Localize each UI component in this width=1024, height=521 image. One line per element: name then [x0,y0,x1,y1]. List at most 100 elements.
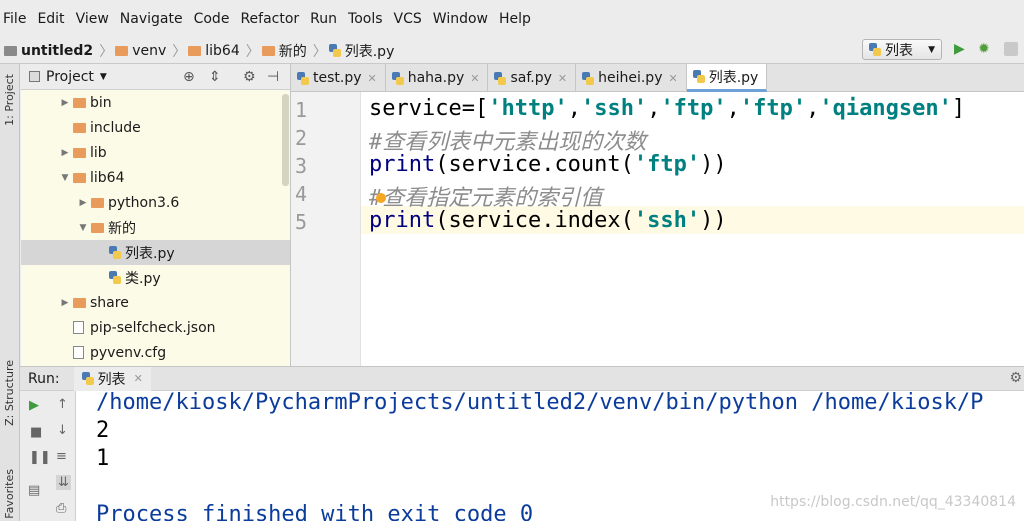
project-panel-title[interactable]: Project [46,69,94,85]
structure-tool-tab[interactable]: Z: Structure [3,360,16,426]
editor-tabs: test.py ✕ haha.py ✕ saf.py ✕ heihei.py ✕ 列表.py [291,64,1024,92]
tree-item[interactable]: pip-selfcheck.json [21,315,290,340]
menu-window[interactable]: Window [432,9,489,29]
menu-tools[interactable]: Tools [347,9,384,29]
tree-item[interactable]: ▶ python3.6 [21,190,290,215]
python-file-icon [869,43,881,56]
run-tab[interactable]: 列表 ✕ [73,366,151,391]
menu-view[interactable]: View [75,9,110,29]
editor-tab[interactable]: heihei.py ✕ [576,64,687,92]
python-file-icon [582,71,595,85]
layout-icon[interactable]: ▤ [28,483,40,498]
file-icon [73,321,84,334]
close-icon[interactable]: ✕ [470,72,479,85]
gear-icon[interactable]: ⚙ [1009,370,1022,386]
menu-code[interactable]: Code [193,9,231,29]
code-string: 'qiangsen' [819,96,952,121]
crosshair-scroll-from-source-icon[interactable]: ⊕ [183,69,195,85]
code-line: print(service.count('ftp')) [369,152,727,177]
project-scrollbar[interactable] [282,94,289,186]
breadcrumb-label: lib64 [205,42,240,59]
editor-tab[interactable]: haha.py ✕ [386,64,489,92]
breadcrumb-item[interactable]: 列表.py [328,41,395,61]
pause-icon[interactable]: ❚❚ [29,450,51,465]
breadcrumb-separator: 〉 [312,43,327,60]
python-file-icon [328,44,341,57]
tree-item-label: bin [90,94,112,111]
intention-bulb-icon[interactable] [376,193,386,203]
chevron-right-icon[interactable]: ▶ [57,298,73,308]
menu-vcs[interactable]: VCS [393,9,423,29]
chevron-right-icon[interactable]: ▶ [57,98,73,108]
breadcrumb-item[interactable]: venv [115,43,166,59]
code-text: , [806,96,820,121]
menu-run[interactable]: Run [309,9,338,29]
breadcrumb-label: 列表.py [344,43,395,60]
line-number: 2 [295,126,308,150]
close-icon[interactable]: ✕ [668,72,677,85]
tree-item-label: pip-selfcheck.json [90,319,216,336]
line-number: 1 [295,98,308,122]
breadcrumb-item[interactable]: untitled2 [4,43,93,59]
run-configuration-select[interactable]: 列表 ▼ [862,39,942,60]
tree-item[interactable]: 列表.py [21,240,290,265]
soft-wrap-icon[interactable]: ≡ [56,449,67,464]
code-editor[interactable]: service=['http','ssh','ftp','ftp','qiang… [361,92,1024,366]
menu-navigate[interactable]: Navigate [119,9,184,29]
chevron-right-icon[interactable]: ▶ [75,198,91,208]
rerun-icon[interactable]: ▶ [29,398,39,413]
stop-icon[interactable] [1004,42,1018,56]
watermark: https://blog.csdn.net/qq_43340814 [770,494,1016,510]
breadcrumb-label: venv [132,42,167,59]
arrow-down-icon[interactable]: ↓ [57,423,68,438]
arrow-up-icon[interactable]: ↑ [57,397,68,412]
menu-edit[interactable]: Edit [36,9,65,29]
folder-icon [91,197,104,208]
code-text: ] [951,96,966,121]
stop-icon[interactable]: ■ [30,425,42,440]
project-tool-tab[interactable]: 1: Project [3,74,16,126]
tree-item[interactable]: ▶ share [21,290,290,315]
tree-item-label: pyvenv.cfg [90,344,167,361]
file-icon [73,346,84,359]
chevron-right-icon[interactable]: ▶ [57,148,73,158]
tree-item[interactable]: include [21,115,290,140]
tree-item[interactable]: 类.py [21,265,290,290]
scroll-to-end-icon[interactable]: ⇊ [56,475,71,490]
collapse-all-icon[interactable]: ⇕ [209,69,221,85]
chevron-down-icon[interactable]: ▼ [100,72,107,82]
tree-item[interactable]: ▶ bin [21,90,290,115]
menu-help[interactable]: Help [498,9,532,29]
breadcrumb-item[interactable]: lib64 [188,42,240,59]
chevron-down-icon[interactable]: ▼ [57,173,73,183]
line-number: 3 [295,154,308,178]
breadcrumb-item[interactable]: 新的 [261,41,307,61]
editor-tab[interactable]: 列表.py [686,64,768,92]
editor-tab[interactable]: saf.py ✕ [488,64,577,92]
run-icon[interactable]: ▶ [954,41,968,57]
tree-item-label: 类.py [125,270,161,287]
hide-panel-icon[interactable]: ⊣ [267,69,279,85]
menu-file[interactable]: File [2,9,27,29]
tree-item[interactable]: pyvenv.cfg [21,340,290,365]
breadcrumb-separator: 〉 [99,43,114,60]
print-icon[interactable]: ⎙ [56,501,66,516]
code-text: , [567,96,581,121]
gear-icon[interactable]: ⚙ [243,69,256,85]
chevron-down-icon[interactable]: ▼ [75,223,91,233]
run-toolbar: ▶ ↑ ■ ↓ ❚❚ ≡ ⇊ ▤ ⎙ [20,391,76,521]
tree-item[interactable]: ▼ lib64 [21,165,290,190]
favorites-tool-tab[interactable]: Favorites [3,469,16,519]
close-icon[interactable]: ✕ [134,372,143,385]
close-icon[interactable]: ✕ [368,72,377,85]
tree-item-label: lib64 [90,169,125,186]
tree-item[interactable]: ▶ lib [21,140,290,165]
close-icon[interactable]: ✕ [558,72,567,85]
tree-item[interactable]: ▼ 新的 [21,215,290,240]
debug-bug-icon[interactable]: ✹ [978,41,994,57]
editor-tab[interactable]: test.py ✕ [291,64,386,92]
code-text: , [647,96,661,121]
menu-refactor[interactable]: Refactor [239,9,300,29]
code-text: (service.count( [435,152,634,177]
run-panel-label: Run: [28,370,60,387]
